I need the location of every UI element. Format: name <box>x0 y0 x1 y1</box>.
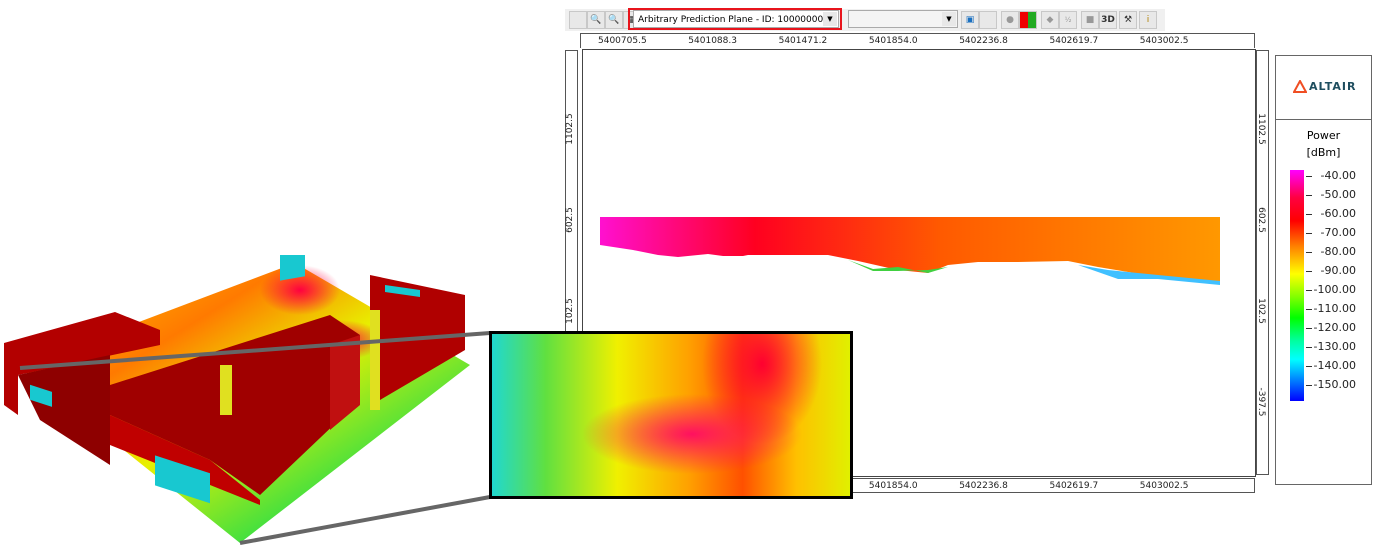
legend-value: -140.00 <box>1313 359 1356 372</box>
legend-tick <box>1306 195 1312 196</box>
legend-value: -120.00 <box>1313 321 1356 334</box>
y-ruler-label: 1102.5 <box>565 113 575 145</box>
brand-name: ALTAIR <box>1309 80 1357 93</box>
x-ruler-label: 5401854.0 <box>868 36 918 46</box>
legend-value: -150.00 <box>1313 378 1356 391</box>
legend-value: -70.00 <box>1320 226 1356 239</box>
legend-panel: ALTAIR Power [dBm] -40.00 -50.00 -60.00 -70… <box>1275 55 1372 485</box>
legend-value: -60.00 <box>1320 207 1356 220</box>
x-ruler-label: 5403002.5 <box>1139 481 1189 491</box>
legend-tick <box>1306 290 1312 291</box>
x-ruler-label: 5401471.2 <box>778 36 828 46</box>
x-ruler-label: 5402619.7 <box>1049 36 1099 46</box>
x-ruler-label: 5401854.0 <box>868 481 918 491</box>
legend-tick <box>1306 385 1312 386</box>
legend-value: -90.00 <box>1320 264 1356 277</box>
legend-tick <box>1306 309 1312 310</box>
zoom-connector-lines <box>19 331 491 545</box>
toolbar: 🔍 🔍 ▦ Arbitrary Prediction Plane - ID: 1… <box>565 8 1165 31</box>
y-ruler-label: 102.5 <box>565 298 575 324</box>
x-ruler-label: 5402236.8 <box>959 36 1008 46</box>
legend-value: -130.00 <box>1313 340 1356 353</box>
square-icon[interactable] <box>979 11 997 29</box>
3d-label: 3D <box>1101 15 1115 25</box>
x-ruler-label: 5400705.5 <box>598 36 647 46</box>
y-ruler-label: -397.5 <box>1256 387 1266 417</box>
screenshot-icon[interactable]: ▣ <box>961 11 979 29</box>
chevron-down-icon[interactable]: ▼ <box>942 12 956 26</box>
power-heatmap-strip <box>600 217 1220 285</box>
y-ruler-label: 602.5 <box>565 207 575 233</box>
altair-logo: ALTAIR <box>1276 56 1371 120</box>
x-ruler-label: 5401088.3 <box>688 36 737 46</box>
legend-tick <box>1306 347 1312 348</box>
legend-unit: [dBm] <box>1306 146 1341 159</box>
legend-value: -110.00 <box>1313 302 1356 315</box>
y-ruler-label: 1102.5 <box>1256 113 1266 145</box>
legend-tick <box>1306 271 1312 272</box>
y-ruler-label: 602.5 <box>1256 207 1266 233</box>
tag-icon[interactable]: ◆ <box>1041 11 1059 29</box>
legend-tick <box>1306 233 1312 234</box>
legend-tick <box>1306 214 1312 215</box>
x-ruler-label: 5402619.7 <box>1049 481 1099 491</box>
fraction-icon[interactable]: ½ <box>1059 11 1077 29</box>
legend-tick <box>1306 328 1312 329</box>
stop-icon[interactable] <box>569 11 587 29</box>
secondary-select[interactable]: ▼ <box>848 10 958 28</box>
color-scale-icon[interactable] <box>1019 11 1037 29</box>
legend-value: -80.00 <box>1320 245 1356 258</box>
circle-icon[interactable]: ● <box>1001 11 1019 29</box>
zoomed-heatmap-inset <box>489 331 853 499</box>
x-ruler-label: 5402236.8 <box>959 481 1008 491</box>
legend-title: Power <box>1306 129 1341 142</box>
altair-logo-icon <box>1293 80 1307 93</box>
legend-value: -100.00 <box>1313 283 1356 296</box>
legend-value: -40.00 <box>1320 169 1356 182</box>
3d-icon[interactable]: 3D <box>1099 11 1117 29</box>
layers-icon[interactable]: ■ <box>1081 11 1099 29</box>
y-ruler-label: 102.5 <box>1256 298 1266 324</box>
zoom-in-icon[interactable]: 🔍 <box>605 11 623 29</box>
info-icon[interactable]: i <box>1139 11 1157 29</box>
legend-tick <box>1306 252 1312 253</box>
legend-value: -50.00 <box>1320 188 1356 201</box>
x-ruler-label: 5403002.5 <box>1139 36 1189 46</box>
chevron-down-icon[interactable]: ▼ <box>823 12 837 26</box>
tools-icon[interactable]: ⚒ <box>1119 11 1137 29</box>
plane-select-value: Arbitrary Prediction Plane - ID: 1000000… <box>638 15 824 25</box>
legend-tick <box>1306 176 1312 177</box>
legend-tick <box>1306 366 1312 367</box>
zoom-out-icon[interactable]: 🔍 <box>587 11 605 29</box>
plane-select[interactable]: Arbitrary Prediction Plane - ID: 1000000… <box>633 10 839 28</box>
